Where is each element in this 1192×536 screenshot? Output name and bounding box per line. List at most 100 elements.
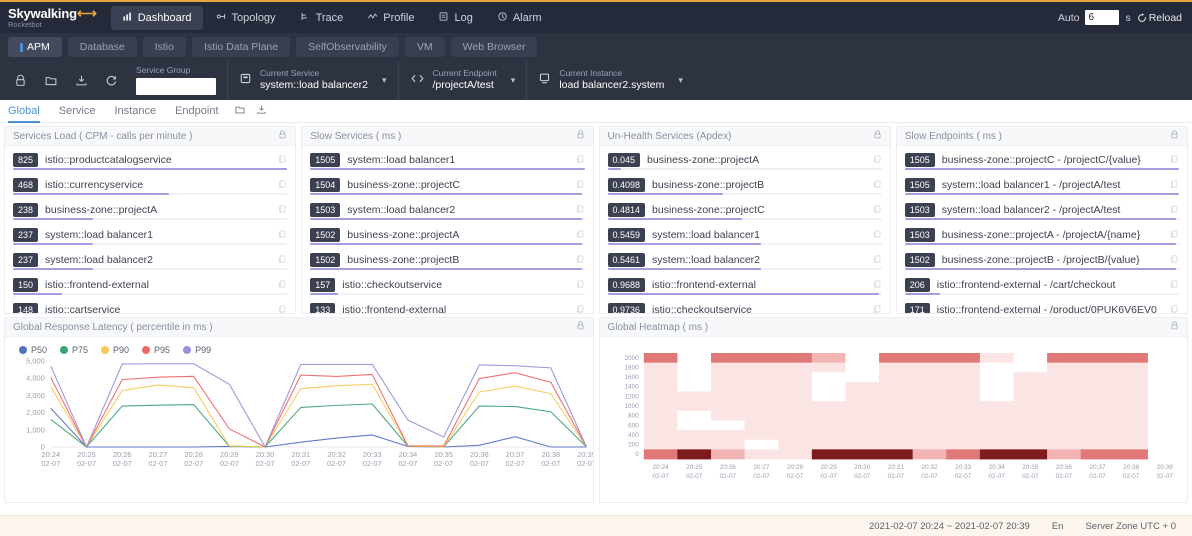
scope-tab-endpoint[interactable]: Endpoint	[175, 100, 218, 123]
folder-icon[interactable]	[234, 102, 246, 120]
copy-icon[interactable]	[278, 301, 287, 313]
download-icon[interactable]	[256, 102, 267, 120]
list-item[interactable]: 1503business-zone::projectA - /projectA/…	[897, 223, 1187, 248]
copy-icon[interactable]	[873, 151, 882, 169]
list-item[interactable]: 171istio::frontend-external - /product/0…	[897, 298, 1187, 313]
list-item[interactable]: 0.9688istio::frontend-external	[600, 273, 890, 298]
legend-item-p75[interactable]: P75	[60, 345, 88, 355]
tab-istio[interactable]: Istio	[143, 37, 186, 57]
list-item[interactable]: 1503system::load balancer2 - /projectA/t…	[897, 198, 1187, 223]
nav-item-dashboard[interactable]: Dashboard	[111, 6, 203, 30]
list-item[interactable]: 0.9736istio::checkoutservice	[600, 298, 890, 313]
current-service-selector[interactable]: Current Service system::load balancer2 ▾	[227, 61, 398, 100]
auto-refresh-input[interactable]	[1085, 10, 1119, 25]
copy-icon[interactable]	[1170, 251, 1179, 269]
chevron-down-icon[interactable]: ▾	[678, 75, 683, 86]
list-item[interactable]: 1505system::load balancer1 - /projectA/t…	[897, 173, 1187, 198]
copy-icon[interactable]	[873, 251, 882, 269]
copy-icon[interactable]	[278, 151, 287, 169]
brand-logo[interactable]: Skywalking⟷ Rocketbot	[8, 6, 111, 29]
list-item[interactable]: 1504business-zone::projectC	[302, 173, 592, 198]
copy-icon[interactable]	[278, 201, 287, 219]
list-item[interactable]: 0.045business-zone::projectA	[600, 148, 890, 173]
list-item[interactable]: 1502business-zone::projectB - /projectB/…	[897, 248, 1187, 273]
list-item[interactable]: 237system::load balancer2	[5, 248, 295, 273]
copy-icon[interactable]	[576, 176, 585, 194]
latency-line-chart[interactable]: 01,0002,0003,0004,0005,00020:2402-0720:2…	[5, 355, 593, 473]
tab-istio-data-plane[interactable]: Istio Data Plane	[192, 37, 290, 57]
current-endpoint-selector[interactable]: Current Endpoint /projectA/test ▾	[398, 61, 527, 100]
legend-item-p50[interactable]: P50	[19, 345, 47, 355]
list-item[interactable]: 0.5461system::load balancer2	[600, 248, 890, 273]
list-item[interactable]: 150istio::frontend-external	[5, 273, 295, 298]
copy-icon[interactable]	[278, 251, 287, 269]
reload-button[interactable]: Reload	[1137, 12, 1182, 24]
list-item[interactable]: 157istio::checkoutservice	[302, 273, 592, 298]
list-item[interactable]: 0.5459system::load balancer1	[600, 223, 890, 248]
copy-icon[interactable]	[576, 276, 585, 294]
copy-icon[interactable]	[1170, 201, 1179, 219]
copy-icon[interactable]	[278, 226, 287, 244]
copy-icon[interactable]	[873, 176, 882, 194]
list-item[interactable]: 468istio::currencyservice	[5, 173, 295, 198]
copy-icon[interactable]	[1170, 151, 1179, 169]
list-item[interactable]: 238business-zone::projectA	[5, 198, 295, 223]
download-icon[interactable]	[75, 74, 88, 87]
copy-icon[interactable]	[873, 301, 882, 313]
copy-icon[interactable]	[1170, 176, 1179, 194]
tab-database[interactable]: Database	[68, 37, 137, 57]
copy-icon[interactable]	[873, 201, 882, 219]
copy-icon[interactable]	[576, 151, 585, 169]
lock-icon[interactable]	[1170, 321, 1179, 333]
folder-icon[interactable]	[44, 74, 58, 87]
nav-item-profile[interactable]: Profile	[356, 6, 425, 30]
list-item[interactable]: 206istio::frontend-external - /cart/chec…	[897, 273, 1187, 298]
copy-icon[interactable]	[576, 226, 585, 244]
scope-tab-global[interactable]: Global	[8, 100, 40, 123]
list-item[interactable]: 0.4814business-zone::projectC	[600, 198, 890, 223]
tab-web-browser[interactable]: Web Browser	[451, 37, 538, 57]
tab-vm[interactable]: VM	[405, 37, 445, 57]
copy-icon[interactable]	[1170, 226, 1179, 244]
legend-item-p95[interactable]: P95	[142, 345, 170, 355]
list-item[interactable]: 825istio::productcatalogservice	[5, 148, 295, 173]
chevron-down-icon[interactable]: ▾	[382, 75, 387, 86]
list-item[interactable]: 1502business-zone::projectA	[302, 223, 592, 248]
legend-item-p99[interactable]: P99	[183, 345, 211, 355]
service-group-selector[interactable]: Service Group	[132, 61, 227, 100]
copy-icon[interactable]	[576, 301, 585, 313]
lock-icon[interactable]	[14, 74, 27, 87]
list-item[interactable]: 1505business-zone::projectC - /projectC/…	[897, 148, 1187, 173]
chevron-down-icon[interactable]: ▾	[511, 75, 516, 86]
service-group-input[interactable]	[136, 78, 216, 95]
copy-icon[interactable]	[873, 226, 882, 244]
list-item[interactable]: 133istio::frontend-external	[302, 298, 592, 313]
copy-icon[interactable]	[576, 251, 585, 269]
current-instance-selector[interactable]: Current Instance load balancer2.system ▾	[526, 61, 694, 100]
copy-icon[interactable]	[873, 276, 882, 294]
list-item[interactable]: 0.4098business-zone::projectB	[600, 173, 890, 198]
tab-apm[interactable]: APM	[8, 37, 62, 57]
lock-icon[interactable]	[278, 130, 287, 142]
list-item[interactable]: 148istio::cartservice	[5, 298, 295, 313]
language-selector[interactable]: En	[1052, 521, 1064, 532]
lock-icon[interactable]	[576, 130, 585, 142]
list-item[interactable]: 1502business-zone::projectB	[302, 248, 592, 273]
list-item[interactable]: 1505system::load balancer1	[302, 148, 592, 173]
nav-item-topology[interactable]: Topology	[205, 6, 287, 30]
copy-icon[interactable]	[1170, 301, 1179, 313]
copy-icon[interactable]	[576, 201, 585, 219]
copy-icon[interactable]	[1170, 276, 1179, 294]
copy-icon[interactable]	[278, 176, 287, 194]
scope-tab-instance[interactable]: Instance	[114, 100, 156, 123]
lock-icon[interactable]	[873, 130, 882, 142]
scope-tab-service[interactable]: Service	[59, 100, 96, 123]
lock-icon[interactable]	[1170, 130, 1179, 142]
nav-item-alarm[interactable]: Alarm	[486, 6, 553, 30]
heatmap-chart[interactable]: 200018001600140012001000800600400200020:…	[600, 339, 1188, 489]
tab-selfobservability[interactable]: SelfObservability	[296, 37, 399, 57]
list-item[interactable]: 237system::load balancer1	[5, 223, 295, 248]
nav-item-trace[interactable]: Trace	[289, 6, 355, 30]
copy-icon[interactable]	[278, 276, 287, 294]
list-item[interactable]: 1503system::load balancer2	[302, 198, 592, 223]
